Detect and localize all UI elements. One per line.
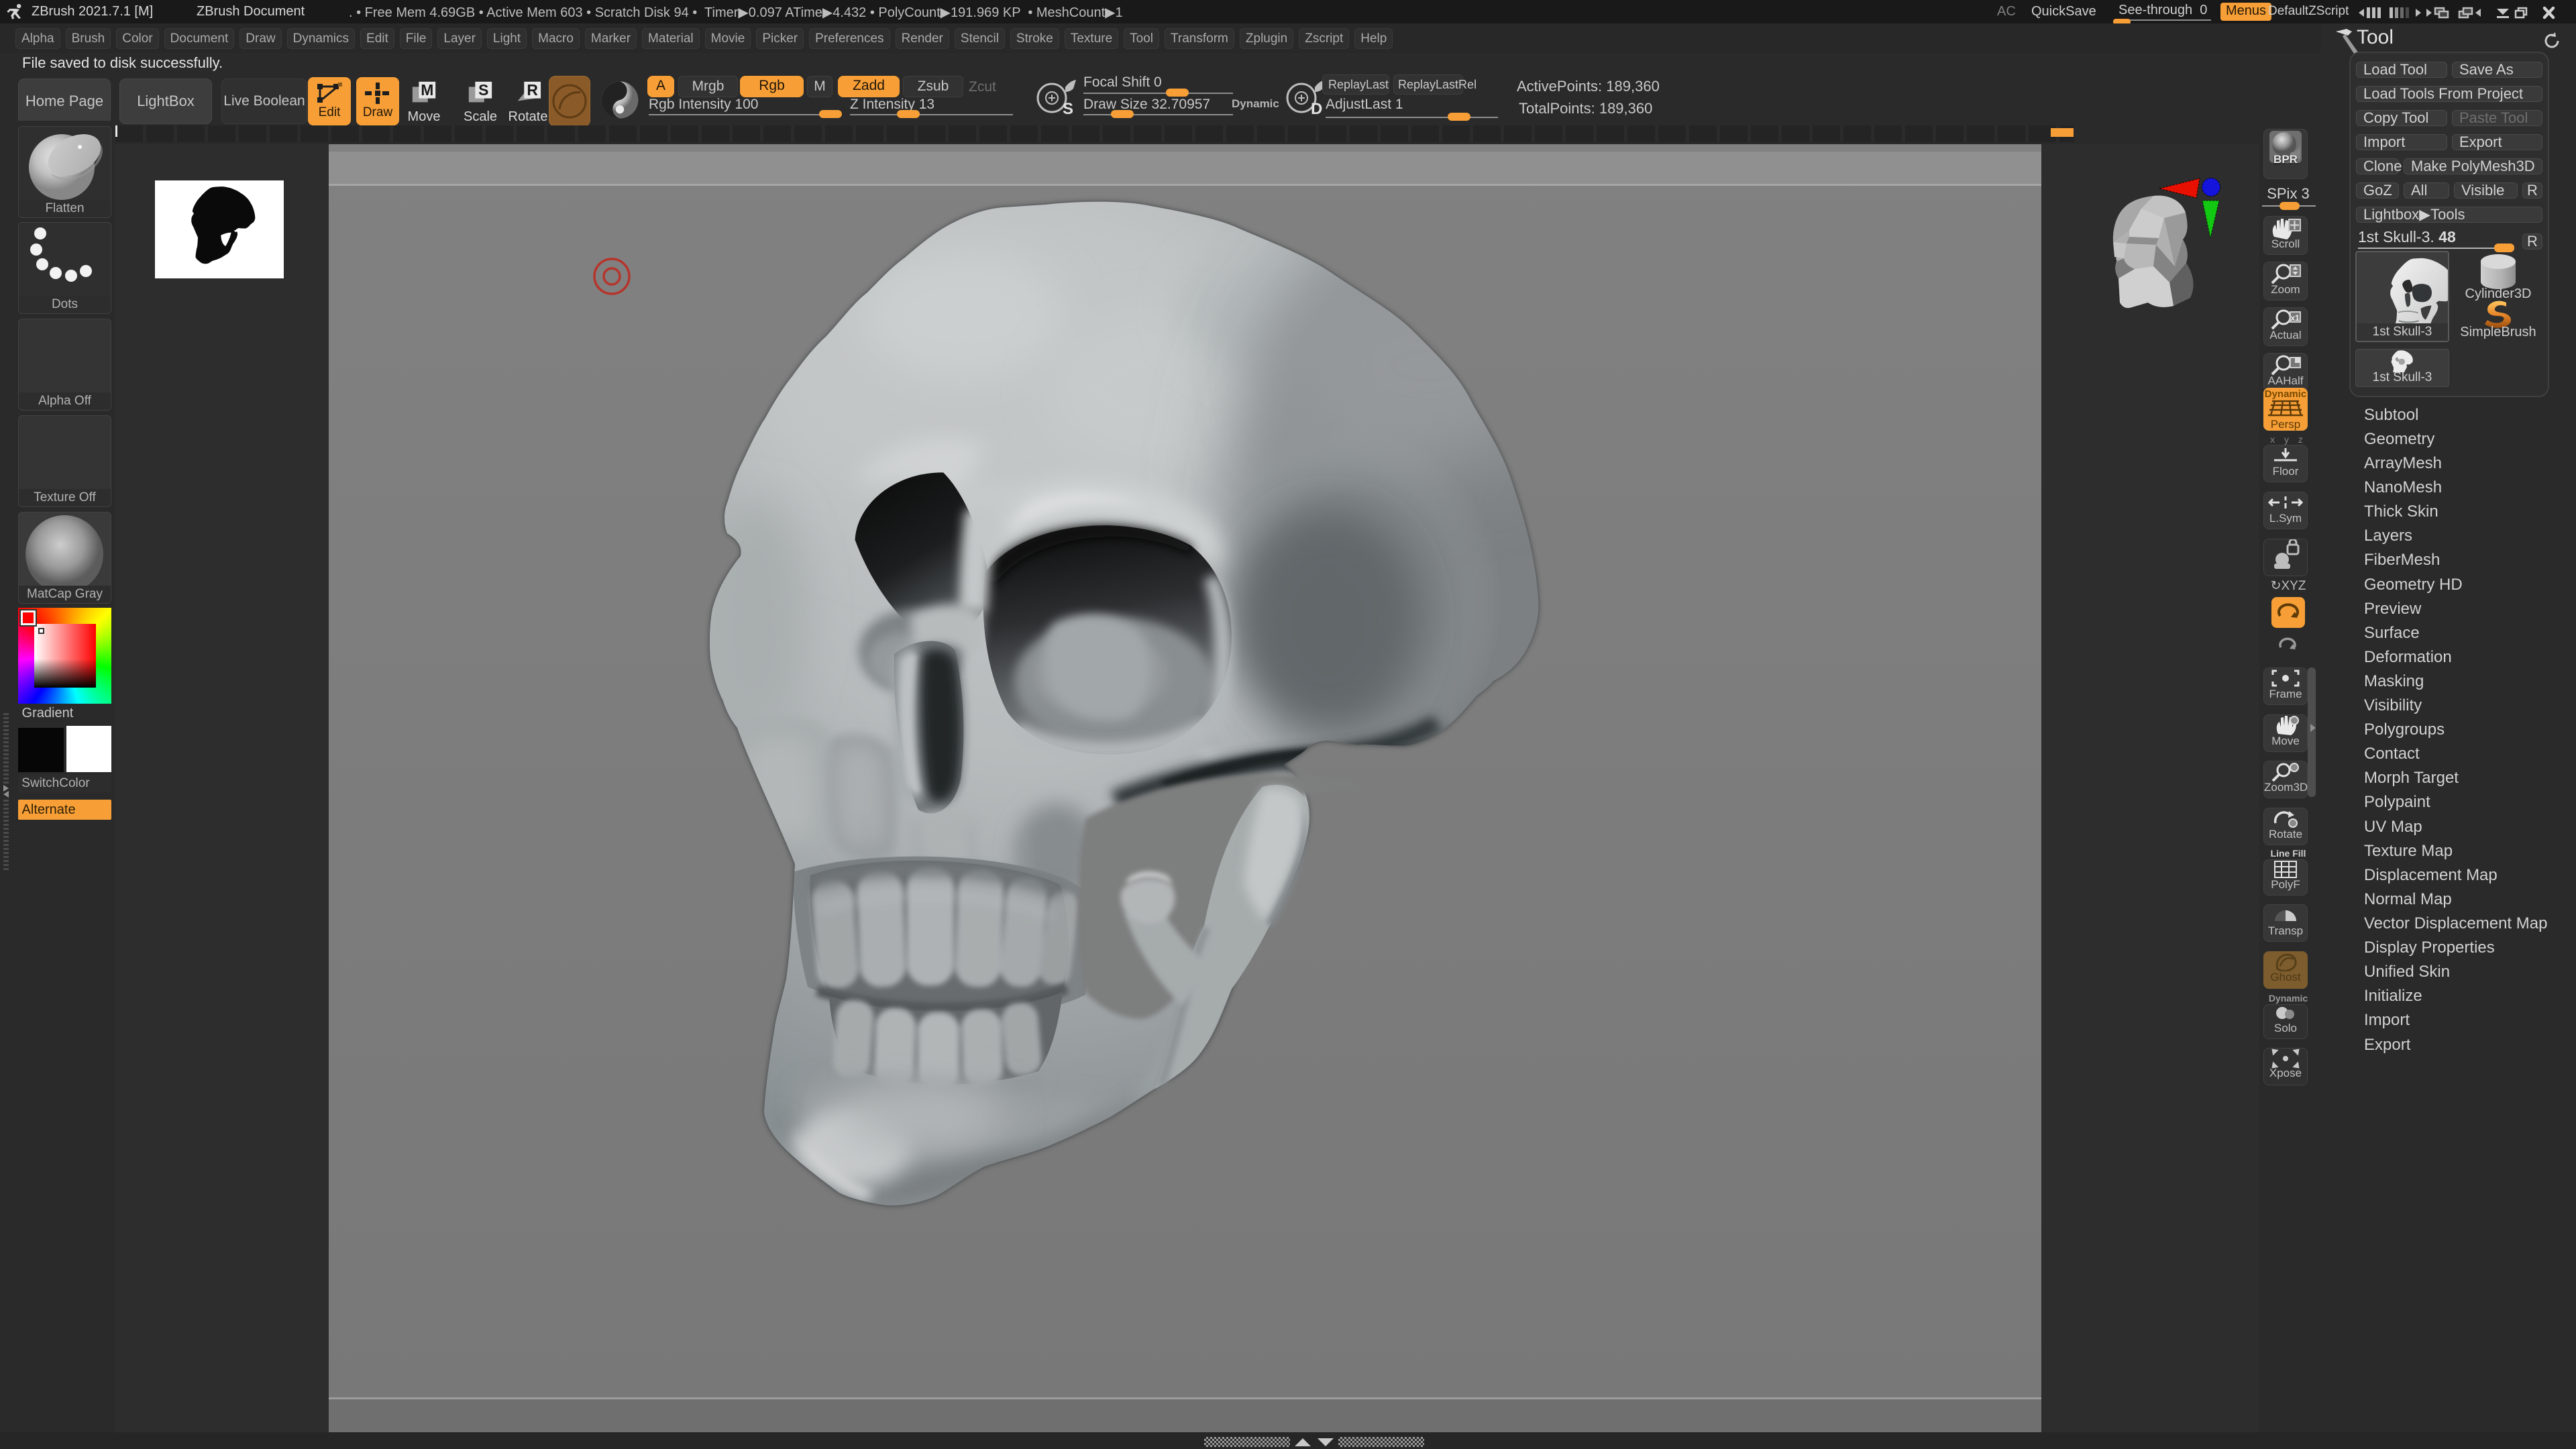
svg-text:S: S bbox=[478, 81, 488, 99]
svg-text:M: M bbox=[421, 81, 433, 99]
svg-text:D: D bbox=[1311, 100, 1322, 118]
svg-text:x1: x1 bbox=[2290, 313, 2300, 323]
svg-text:S: S bbox=[1063, 100, 1073, 118]
svg-text:R: R bbox=[527, 81, 538, 99]
